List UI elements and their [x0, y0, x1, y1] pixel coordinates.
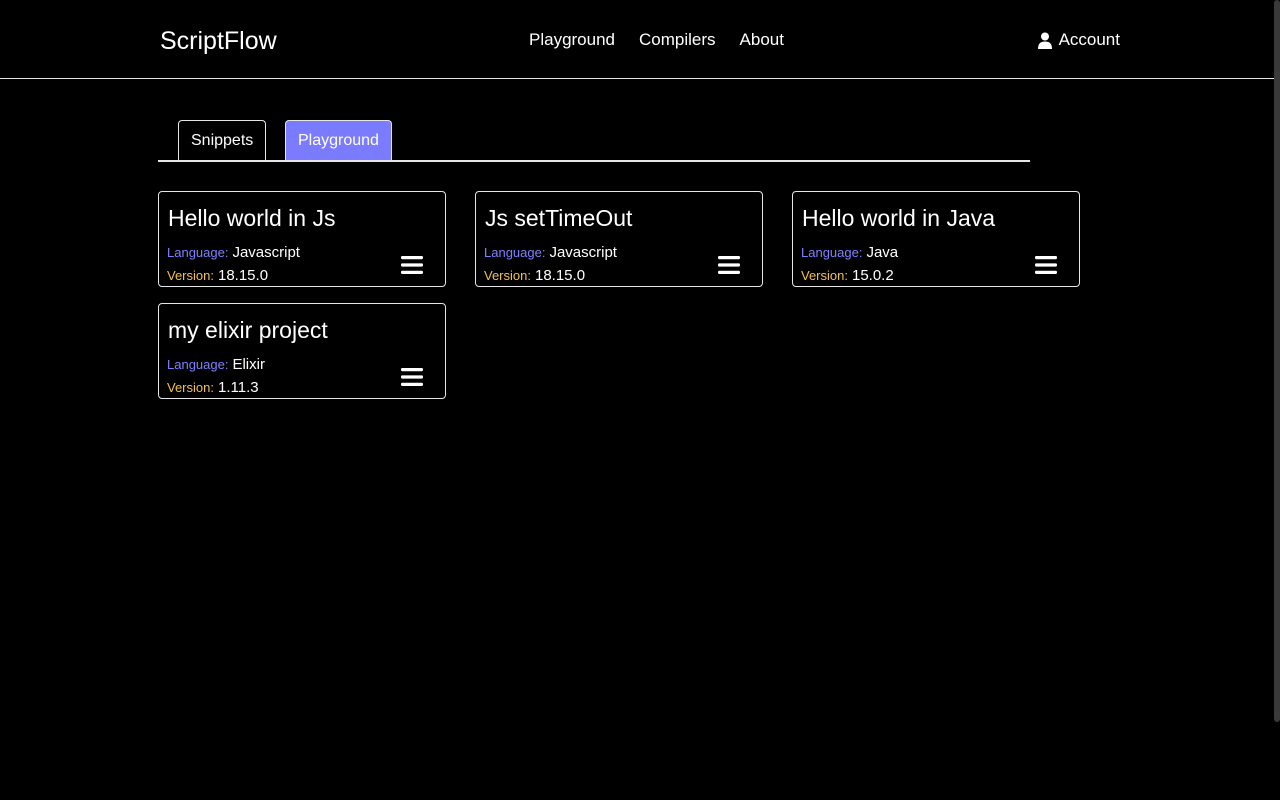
card-version: Version: 18.15.0	[167, 266, 268, 286]
account-label: Account	[1058, 30, 1120, 49]
language-value: Javascript	[549, 244, 617, 261]
card-title: Js setTimeOut	[485, 205, 633, 231]
version-value: 18.15.0	[534, 267, 586, 284]
card-version: Version: 1.11.3	[167, 378, 259, 398]
version-label: Version:	[801, 268, 848, 283]
project-card[interactable]: Hello world in Js Language: Javascript Ve…	[158, 191, 446, 287]
project-card[interactable]: Js setTimeOut Language: Javascript Versio…	[475, 191, 763, 287]
hamburger-menu-icon[interactable]	[718, 255, 740, 275]
version-value: 1.11.3	[217, 379, 259, 396]
card-language: Language: Javascript	[484, 243, 617, 263]
language-label: Language:	[167, 245, 229, 260]
tab-snippets[interactable]: Snippets	[178, 120, 267, 160]
hamburger-menu-icon[interactable]	[401, 367, 423, 387]
hamburger-menu-icon[interactable]	[401, 255, 423, 275]
language-value: Javascript	[232, 244, 300, 261]
tab-bar: Snippets Playground	[158, 120, 1030, 162]
nav-link-about[interactable]: About	[740, 30, 784, 50]
language-label: Language:	[484, 245, 546, 260]
card-title: Hello world in Js	[168, 205, 336, 231]
hamburger-menu-icon[interactable]	[1035, 255, 1057, 275]
account-button[interactable]: Account	[1037, 30, 1120, 50]
tab-playground[interactable]: Playground	[285, 120, 392, 160]
card-title: my elixir project	[168, 317, 328, 343]
card-version: Version: 15.0.2	[801, 266, 894, 286]
user-icon	[1037, 32, 1052, 49]
project-card[interactable]: my elixir project Language: Elixir Versio…	[158, 303, 446, 399]
version-label: Version:	[167, 268, 214, 283]
card-language: Language: Javascript	[167, 243, 300, 263]
language-label: Language:	[167, 357, 229, 372]
language-value: Java	[866, 244, 899, 261]
version-label: Version:	[167, 380, 214, 395]
language-label: Language:	[801, 245, 863, 260]
version-value: 15.0.2	[851, 267, 894, 284]
card-version: Version: 18.15.0	[484, 266, 585, 286]
version-label: Version:	[484, 268, 531, 283]
language-value: Elixir	[232, 356, 265, 373]
card-title: Hello world in Java	[802, 205, 996, 231]
top-navbar: ScriptFlow Playground Compilers About Ac…	[0, 0, 1280, 79]
nav-link-compilers[interactable]: Compilers	[639, 30, 716, 50]
version-value: 18.15.0	[217, 267, 269, 284]
nav-link-playground[interactable]: Playground	[529, 30, 615, 50]
main-nav: Playground Compilers About	[529, 30, 784, 50]
card-language: Language: Java	[801, 243, 898, 263]
page-scrollbar[interactable]	[1274, 0, 1280, 722]
brand-logo[interactable]: ScriptFlow	[160, 26, 277, 56]
project-card[interactable]: Hello world in Java Language: Java Versio…	[792, 191, 1080, 287]
card-language: Language: Elixir	[167, 355, 265, 375]
